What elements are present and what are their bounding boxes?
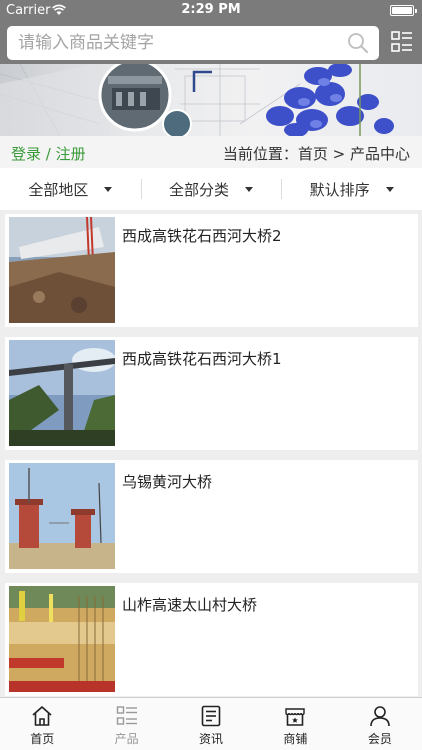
login-link[interactable]: 登录	[11, 145, 41, 163]
filter-category-dropdown[interactable]: 全部分类	[140, 168, 282, 210]
tab-news-label: 资讯	[199, 732, 224, 746]
status-bar: Carrier 2:29 PM	[0, 0, 422, 22]
tab-products[interactable]: 产品	[84, 698, 168, 750]
battery-icon	[390, 5, 417, 16]
product-card[interactable]: 西成高铁花石西河大桥1	[5, 337, 418, 450]
bottom-tab-bar: 首页 产品 资讯 商铺 会员	[0, 697, 422, 750]
product-title[interactable]: 西成高铁花石西河大桥2	[122, 225, 282, 246]
tab-news[interactable]: 资讯	[169, 698, 253, 750]
product-thumbnail	[9, 340, 115, 446]
search-icon[interactable]	[347, 32, 369, 54]
product-thumbnail	[9, 586, 115, 692]
breadcrumb-current: 产品中心	[349, 145, 410, 163]
home-icon	[32, 706, 52, 726]
news-icon	[201, 705, 221, 727]
app-header: Carrier 2:29 PM	[0, 0, 422, 64]
shop-icon	[285, 708, 306, 726]
tab-products-label: 产品	[114, 732, 139, 746]
filter-bar: 全部地区 全部分类 默认排序	[0, 168, 422, 210]
filter-sort-dropdown[interactable]: 默认排序	[281, 168, 422, 210]
filter-sort-label: 默认排序	[309, 180, 370, 199]
tab-member-label: 会员	[367, 732, 392, 746]
breadcrumb-home[interactable]: 首页	[298, 145, 328, 163]
filter-region-dropdown[interactable]: 全部地区	[0, 168, 141, 210]
breadcrumb-bar: 登录 / 注册 当前位置：首页 > 产品中心	[0, 136, 422, 168]
product-title[interactable]: 山柞高速太山村大桥	[122, 594, 257, 615]
category-menu-icon[interactable]	[391, 30, 413, 54]
search-input[interactable]	[7, 26, 337, 60]
tab-home-label: 首页	[30, 732, 55, 746]
promo-banner[interactable]	[0, 64, 422, 136]
user-icon	[370, 706, 390, 727]
search-box	[7, 26, 379, 60]
product-thumbnail	[9, 463, 115, 569]
clock: 2:29 PM	[181, 2, 241, 17]
filter-category-label: 全部分类	[169, 180, 230, 199]
auth-links: 登录 / 注册	[11, 143, 86, 164]
filter-region-label: 全部地区	[28, 180, 89, 199]
breadcrumb: 当前位置：首页 > 产品中心	[223, 143, 410, 164]
breadcrumb-arrow: >	[327, 145, 350, 163]
tab-member[interactable]: 会员	[338, 698, 422, 750]
tab-shop-label: 商铺	[283, 732, 308, 746]
caret-down-icon	[104, 186, 113, 192]
product-card[interactable]: 山柞高速太山村大桥	[5, 583, 418, 696]
banner-image	[0, 64, 394, 136]
location-label: 当前位置：	[222, 145, 298, 163]
product-title[interactable]: 乌锡黄河大桥	[122, 471, 212, 492]
tab-home[interactable]: 首页	[0, 698, 84, 750]
product-card[interactable]: 西成高铁花石西河大桥2	[5, 214, 418, 327]
register-link[interactable]: 注册	[56, 145, 86, 163]
grid-list-icon	[116, 706, 137, 725]
caret-down-icon	[245, 186, 254, 192]
caret-down-icon	[385, 186, 394, 192]
tab-shop[interactable]: 商铺	[253, 698, 337, 750]
product-thumbnail	[9, 217, 115, 323]
product-card[interactable]: 乌锡黄河大桥	[5, 460, 418, 573]
product-title[interactable]: 西成高铁花石西河大桥1	[122, 348, 282, 369]
auth-separator: /	[41, 145, 56, 163]
